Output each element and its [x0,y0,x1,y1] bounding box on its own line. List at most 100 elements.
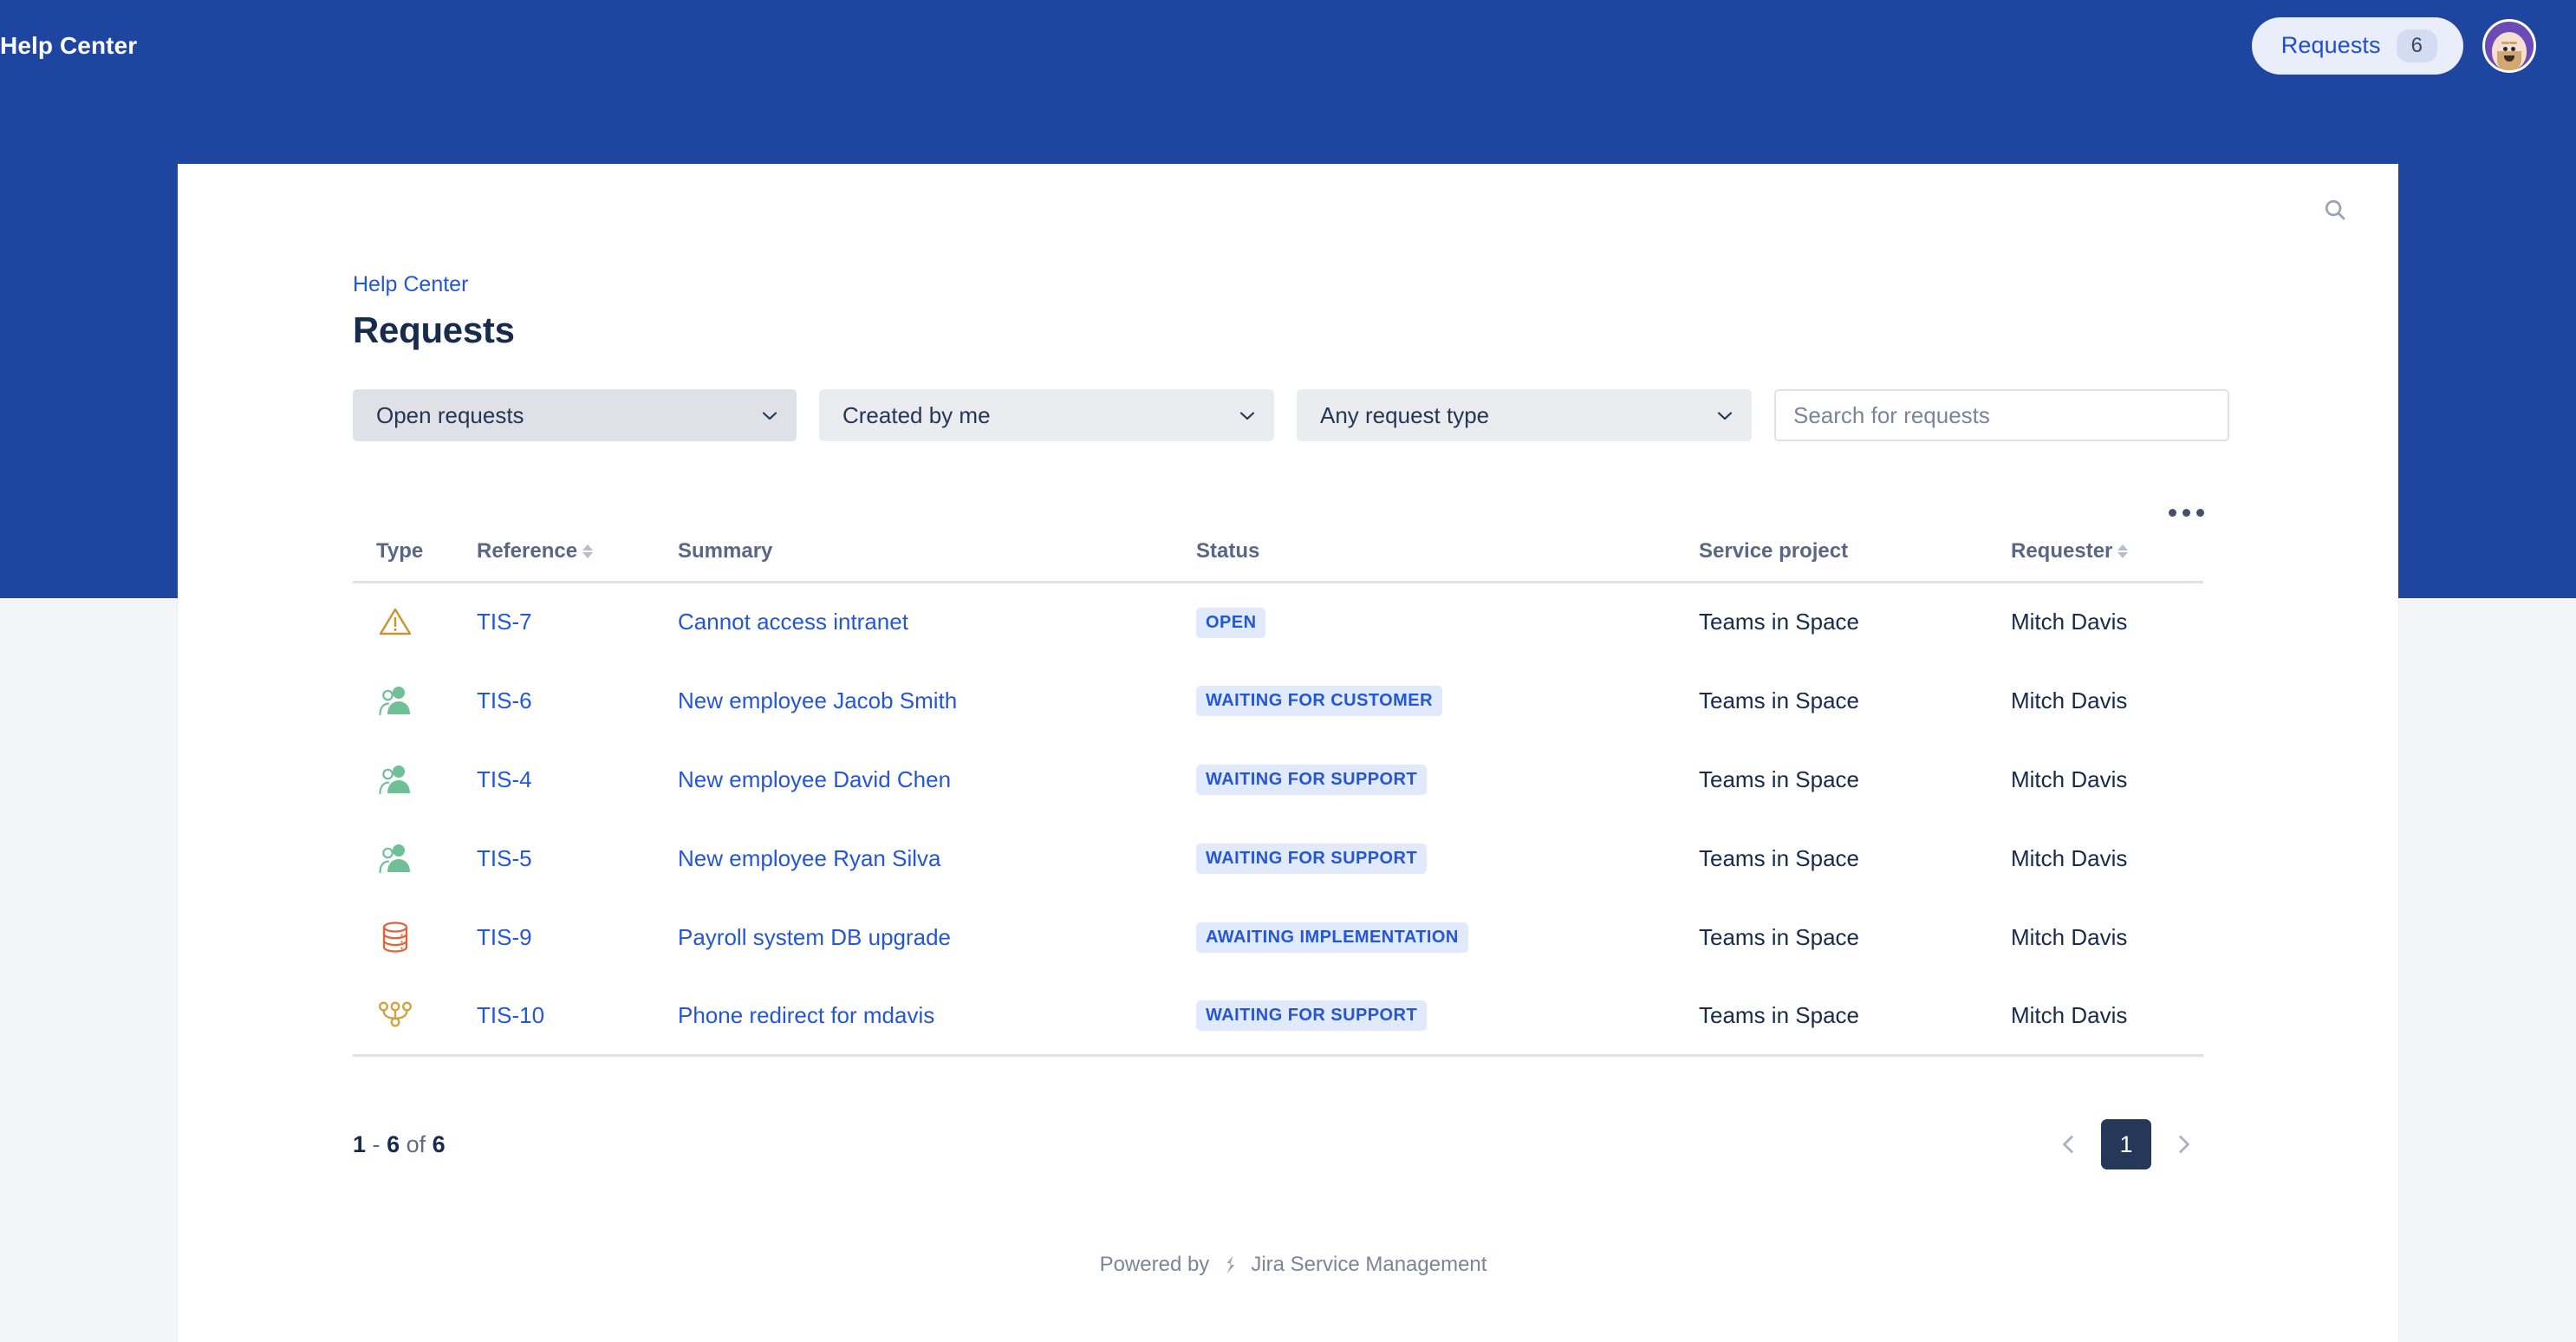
sort-arrows-icon [2117,544,2128,558]
chevron-down-icon [1717,411,1733,420]
cell-requester: Mitch Davis [2011,740,2203,819]
dot [2196,509,2204,517]
cell-requester: Mitch Davis [2011,583,2203,661]
request-summary-link[interactable]: Phone redirect for mdavis [678,1002,934,1028]
cell-type [353,661,477,740]
table-row[interactable]: TIS-6 New employee Jacob Smith Waiting for… [353,661,2203,740]
filter-bar: Open requests Created by me Any request … [353,389,2234,441]
column-header-status: Status [1196,539,1699,583]
database-icon [376,918,477,956]
more-actions-button[interactable] [2163,502,2209,524]
request-summary-link[interactable]: Payroll system DB upgrade [678,924,951,950]
cell-type [353,819,477,898]
status-badge: Waiting for support [1196,1000,1427,1031]
request-summary-link[interactable]: Cannot access intranet [678,609,908,635]
request-reference-link[interactable]: TIS-5 [477,845,532,871]
cell-reference: TIS-10 [477,977,678,1056]
card-content: Help Center Requests Open requests Creat… [178,164,2398,1322]
cell-requester: Mitch Davis [2011,819,2203,898]
breadcrumb[interactable]: Help Center [353,272,468,297]
range-end: 6 [387,1131,400,1157]
status-filter-value: Open requests [376,402,524,429]
cell-summary: Phone redirect for mdavis [678,977,1196,1056]
cell-type [353,898,477,977]
column-header-requester-label: Requester [2011,539,2112,564]
avatar[interactable] [2482,19,2536,73]
requests-count-badge: 6 [2397,29,2437,62]
creator-filter-select[interactable]: Created by me [819,389,1274,441]
dot [2182,509,2190,517]
range-of: of [407,1131,426,1157]
request-summary-link[interactable]: New employee Ryan Silva [678,845,940,871]
cell-reference: TIS-6 [477,661,678,740]
previous-page-button[interactable] [2049,1124,2089,1164]
search-input[interactable] [1793,402,2210,429]
pager-controls: 1 [2049,1119,2203,1169]
search-icon[interactable] [2315,190,2355,230]
new-employee-people-icon [376,681,477,720]
column-header-service-project-label: Service project [1699,539,1848,564]
dot [2169,509,2176,517]
column-header-type: Type [353,539,477,583]
column-header-service-project: Service project [1699,539,2011,583]
request-summary-link[interactable]: New employee David Chen [678,766,951,792]
top-nav-right-group: Requests 6 [2252,17,2536,75]
status-badge: Waiting for support [1196,765,1427,795]
request-summary-link[interactable]: New employee Jacob Smith [678,687,957,713]
product-name: Jira Service Management [1251,1253,1486,1277]
request-reference-link[interactable]: TIS-7 [477,609,532,635]
cell-status: Awaiting implementation [1196,898,1699,977]
table-actions-row [353,502,2234,524]
requests-table: Type Reference Summary Status [353,539,2203,1057]
cell-reference: TIS-4 [477,740,678,819]
site-title: Help Center [0,32,137,60]
cell-type [353,583,477,661]
table-row[interactable]: TIS-5New employee Ryan SilvaWaiting for … [353,819,2203,898]
status-badge: Awaiting implementation [1196,922,1468,953]
cell-service-project: Teams in Space [1699,898,2011,977]
powered-by-label: Powered by [1100,1253,1210,1277]
request-reference-link[interactable]: TIS-10 [477,1002,544,1028]
column-header-reference[interactable]: Reference [477,539,678,583]
search-requests-field[interactable] [1774,389,2229,441]
request-reference-link[interactable]: TIS-4 [477,766,532,792]
cell-summary: New employee Jacob Smith [678,661,1196,740]
cell-status: Waiting for support [1196,740,1699,819]
requests-card: Help Center Requests Open requests Creat… [178,164,2398,1342]
range-total: 6 [433,1131,446,1157]
table-row[interactable]: TIS-9 Payroll system DB upgrade Awaiting i… [353,898,2203,977]
sort-arrows-icon [582,544,593,558]
status-filter-select[interactable]: Open requests [353,389,797,441]
request-reference-link[interactable]: TIS-6 [477,687,532,713]
table-row[interactable]: TIS-4 New employee David Chen Waiting for … [353,740,2203,819]
cell-service-project: Teams in Space [1699,977,2011,1056]
requests-table-head: Type Reference Summary Status [353,539,2203,583]
powered-by-footer: Powered by Jira Service Management [353,1253,2234,1322]
warning-triangle-icon [376,603,477,642]
avatar-brow-left [2501,42,2509,45]
cell-reference: TIS-9 [477,898,678,977]
next-page-button[interactable] [2163,1124,2203,1164]
new-employee-people-icon [376,760,477,798]
request-reference-link[interactable]: TIS-9 [477,924,532,950]
cell-summary: New employee Ryan Silva [678,819,1196,898]
table-row[interactable]: TIS-10 Phone redirect for mdavis Waiting f… [353,977,2203,1056]
requests-nav-button[interactable]: Requests 6 [2252,17,2463,75]
cell-requester: Mitch Davis [2011,661,2203,740]
cell-status: Waiting for customer [1196,661,1699,740]
range-start: 1 [353,1131,366,1157]
avatar-beard [2497,51,2521,72]
cell-service-project: Teams in Space [1699,819,2011,898]
cell-type [353,977,477,1056]
column-header-requester[interactable]: Requester [2011,539,2203,583]
table-row[interactable]: TIS-7Cannot access intranetOpenTeams in … [353,583,2203,661]
request-type-filter-value: Any request type [1320,402,1489,429]
chevron-down-icon [1239,411,1255,420]
cell-summary: Payroll system DB upgrade [678,898,1196,977]
cell-status: Open [1196,583,1699,661]
request-type-filter-select[interactable]: Any request type [1297,389,1752,441]
table-header-row: Type Reference Summary Status [353,539,2203,583]
network-nodes-icon [376,996,477,1034]
page-1-button[interactable]: 1 [2101,1119,2151,1169]
column-header-summary-label: Summary [678,539,772,564]
